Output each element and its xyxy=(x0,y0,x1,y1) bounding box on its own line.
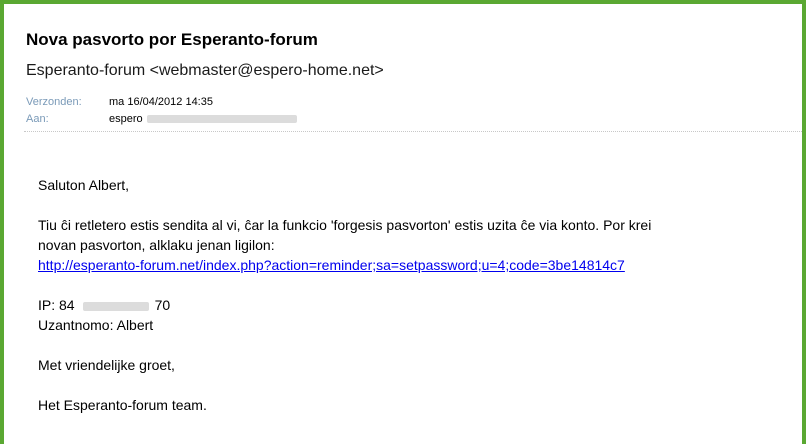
email-sender[interactable]: Esperanto-forum <webmaster@espero-home.n… xyxy=(26,62,384,80)
sent-value: ma 16/04/2012 14:35 xyxy=(109,96,213,108)
redacted-recipient xyxy=(146,115,297,124)
to-label: Aan: xyxy=(26,113,49,125)
reset-password-link[interactable]: http://esperanto-forum.net/index.php?act… xyxy=(38,255,625,275)
greeting: Saluton Albert, xyxy=(38,177,130,193)
reset-link[interactable]: http://esperanto-forum.net/index.php?act… xyxy=(38,257,625,273)
frame-border-left xyxy=(0,0,4,444)
paragraph-line-1: Tiu ĉi retletero estis sendita al vi, ĉa… xyxy=(38,217,652,233)
sent-label: Verzonden: xyxy=(26,96,82,108)
email-subject: Nova pasvorto por Esperanto-forum xyxy=(26,30,318,49)
paragraph-line-2: novan pasvorton, alklaku jenan ligilon: xyxy=(38,237,275,253)
ip-line: IP: 84 70 xyxy=(38,295,170,315)
ip-suffix: 70 xyxy=(154,297,171,313)
header-divider xyxy=(24,131,802,132)
ip-prefix: IP: 84 xyxy=(38,297,75,313)
signature-line: Het Esperanto-forum team. xyxy=(38,397,207,413)
username-line: Uzantnomo: Albert xyxy=(38,317,154,333)
to-value-wrapper[interactable]: espero xyxy=(109,111,297,127)
frame-border-top xyxy=(0,0,806,4)
redacted-ip xyxy=(82,301,149,311)
email-reading-pane: Nova pasvorto por Esperanto-forum Espera… xyxy=(0,0,806,444)
frame-border-right xyxy=(802,0,806,444)
closing-line: Met vriendelijke groet, xyxy=(38,357,175,373)
recipient-name[interactable]: espero xyxy=(109,113,143,125)
